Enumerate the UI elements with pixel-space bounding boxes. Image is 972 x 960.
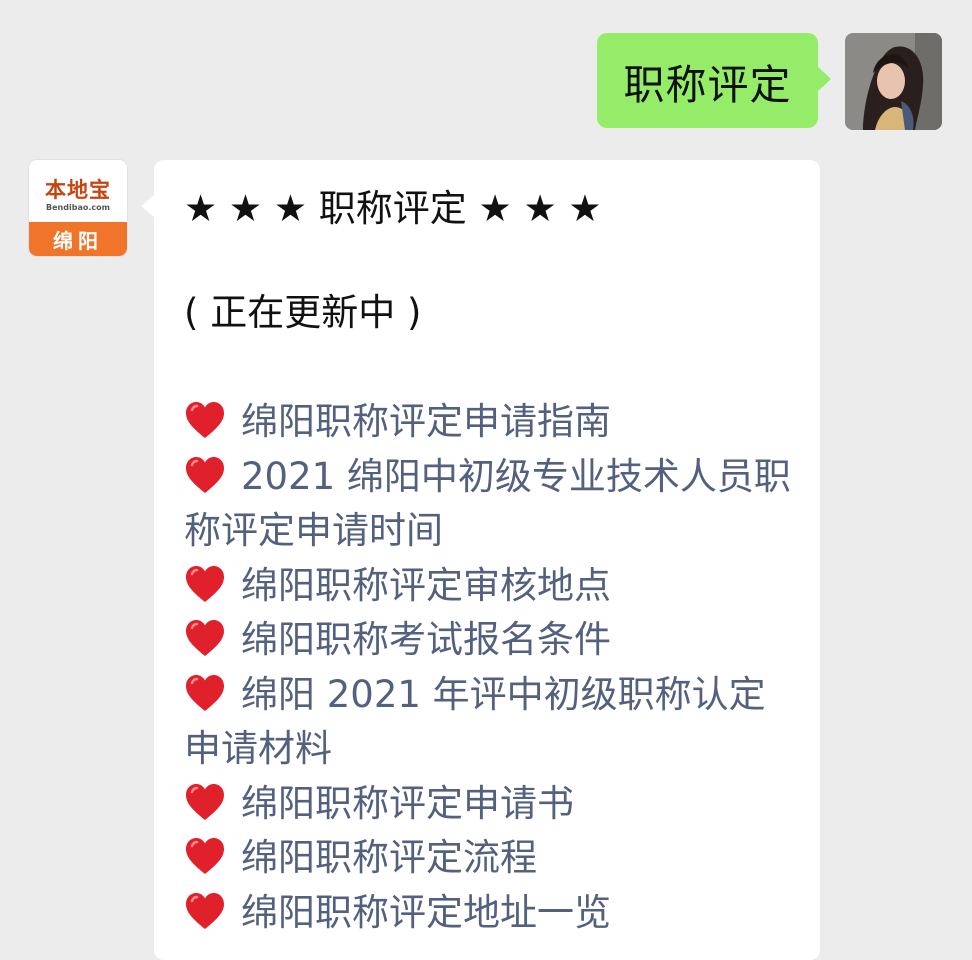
link-item-process[interactable]: 绵阳职称评定流程	[184, 831, 802, 886]
link-item-application-form[interactable]: 绵阳职称评定申请书	[184, 777, 802, 832]
link-label: 绵阳 2021 年评中初级职称认定申请材料	[184, 672, 766, 771]
link-label: 绵阳职称评定申请指南	[241, 400, 611, 443]
bendibao-avatar[interactable]: 本地宝 Bendibao.com 绵阳	[29, 160, 127, 256]
link-label: 绵阳职称评定申请书	[241, 781, 574, 825]
city-label: 绵阳	[29, 222, 127, 256]
link-label: 绵阳职称考试报名条件	[241, 618, 611, 661]
heart-icon	[186, 565, 224, 602]
user-avatar-image	[845, 33, 942, 130]
heart-icon	[186, 892, 224, 929]
link-item-review-location[interactable]: 绵阳职称评定审核地点	[184, 559, 802, 614]
link-item-addresses[interactable]: 绵阳职称评定地址一览	[184, 886, 802, 941]
link-item-guide[interactable]: 绵阳职称评定申请指南	[184, 395, 802, 450]
heart-icon	[186, 402, 224, 438]
link-item-application-time[interactable]: 2021 绵阳中初级专业技术人员职称评定申请时间	[184, 450, 802, 559]
link-label: 绵阳职称评定流程	[241, 836, 537, 879]
heart-icon	[186, 838, 224, 874]
update-status: ( 正在更新中 )	[184, 291, 422, 334]
user-avatar[interactable]	[845, 33, 942, 130]
link-item-application-materials[interactable]: 绵阳 2021 年评中初级职称认定申请材料	[184, 668, 802, 777]
brand-logo-text: 本地宝	[45, 177, 111, 202]
outgoing-message-text: 职称评定	[623, 60, 792, 109]
heart-icon	[186, 783, 224, 820]
outgoing-message-bubble[interactable]: 职称评定	[597, 33, 831, 128]
link-label: 2021 绵阳中初级专业技术人员职称评定申请时间	[184, 454, 791, 553]
link-label: 绵阳职称评定审核地点	[241, 563, 611, 607]
link-item-exam-conditions[interactable]: 绵阳职称考试报名条件	[184, 613, 802, 668]
link-label: 绵阳职称评定地址一览	[241, 890, 611, 934]
heart-icon	[186, 674, 224, 711]
heart-icon	[186, 456, 224, 493]
incoming-message-bubble: ★ ★ ★ 职称评定 ★ ★ ★ ( 正在更新中 ) 绵阳职称评定申请指南 20…	[141, 160, 820, 960]
brand-domain-text: Bendibao.com	[46, 203, 110, 212]
heart-icon	[186, 620, 224, 656]
link-list: 绵阳职称评定申请指南 2021 绵阳中初级专业技术人员职称评定申请时间 绵阳职称…	[184, 395, 802, 940]
message-title: ★ ★ ★ 职称评定 ★ ★ ★	[184, 187, 602, 230]
